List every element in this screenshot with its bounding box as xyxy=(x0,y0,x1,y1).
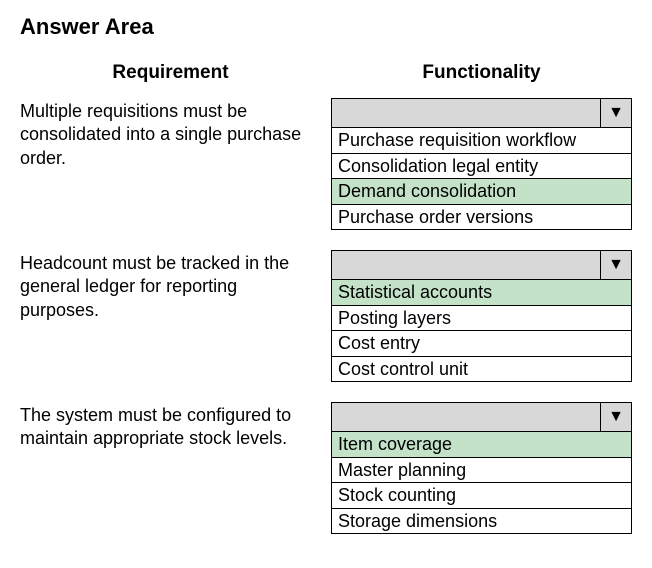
functionality-dropdown[interactable]: ▼ Statistical accounts Posting layers Co… xyxy=(331,250,632,382)
dropdown-option[interactable]: Storage dimensions xyxy=(332,508,631,534)
dropdown-option[interactable]: Cost control unit xyxy=(332,356,631,382)
requirement-text: The system must be configured to maintai… xyxy=(20,402,321,554)
header-requirement: Requirement xyxy=(20,58,321,98)
dropdown-option[interactable]: Consolidation legal entity xyxy=(332,153,631,179)
dropdown-selected-display xyxy=(332,99,601,127)
chevron-down-icon: ▼ xyxy=(601,251,631,279)
functionality-dropdown[interactable]: ▼ Purchase requisition workflow Consolid… xyxy=(331,98,632,230)
dropdown-option[interactable]: Statistical accounts xyxy=(332,279,631,305)
answer-grid: Requirement Functionality Multiple requi… xyxy=(20,58,632,554)
dropdown-option[interactable]: Cost entry xyxy=(332,330,631,356)
requirement-text: Multiple requisitions must be consolidat… xyxy=(20,98,321,250)
header-functionality: Functionality xyxy=(331,58,632,98)
dropdown-option[interactable]: Master planning xyxy=(332,457,631,483)
chevron-down-icon: ▼ xyxy=(601,99,631,127)
dropdown-option[interactable]: Stock counting xyxy=(332,482,631,508)
dropdown-option[interactable]: Posting layers xyxy=(332,305,631,331)
dropdown-selected-display xyxy=(332,403,601,431)
dropdown-option[interactable]: Item coverage xyxy=(332,431,631,457)
dropdown-option[interactable]: Purchase requisition workflow xyxy=(332,127,631,153)
page-title: Answer Area xyxy=(20,14,632,40)
dropdown-option[interactable]: Demand consolidation xyxy=(332,178,631,204)
requirement-text: Headcount must be tracked in the general… xyxy=(20,250,321,402)
dropdown-selected-display xyxy=(332,251,601,279)
chevron-down-icon: ▼ xyxy=(601,403,631,431)
dropdown-option[interactable]: Purchase order versions xyxy=(332,204,631,230)
functionality-dropdown[interactable]: ▼ Item coverage Master planning Stock co… xyxy=(331,402,632,534)
